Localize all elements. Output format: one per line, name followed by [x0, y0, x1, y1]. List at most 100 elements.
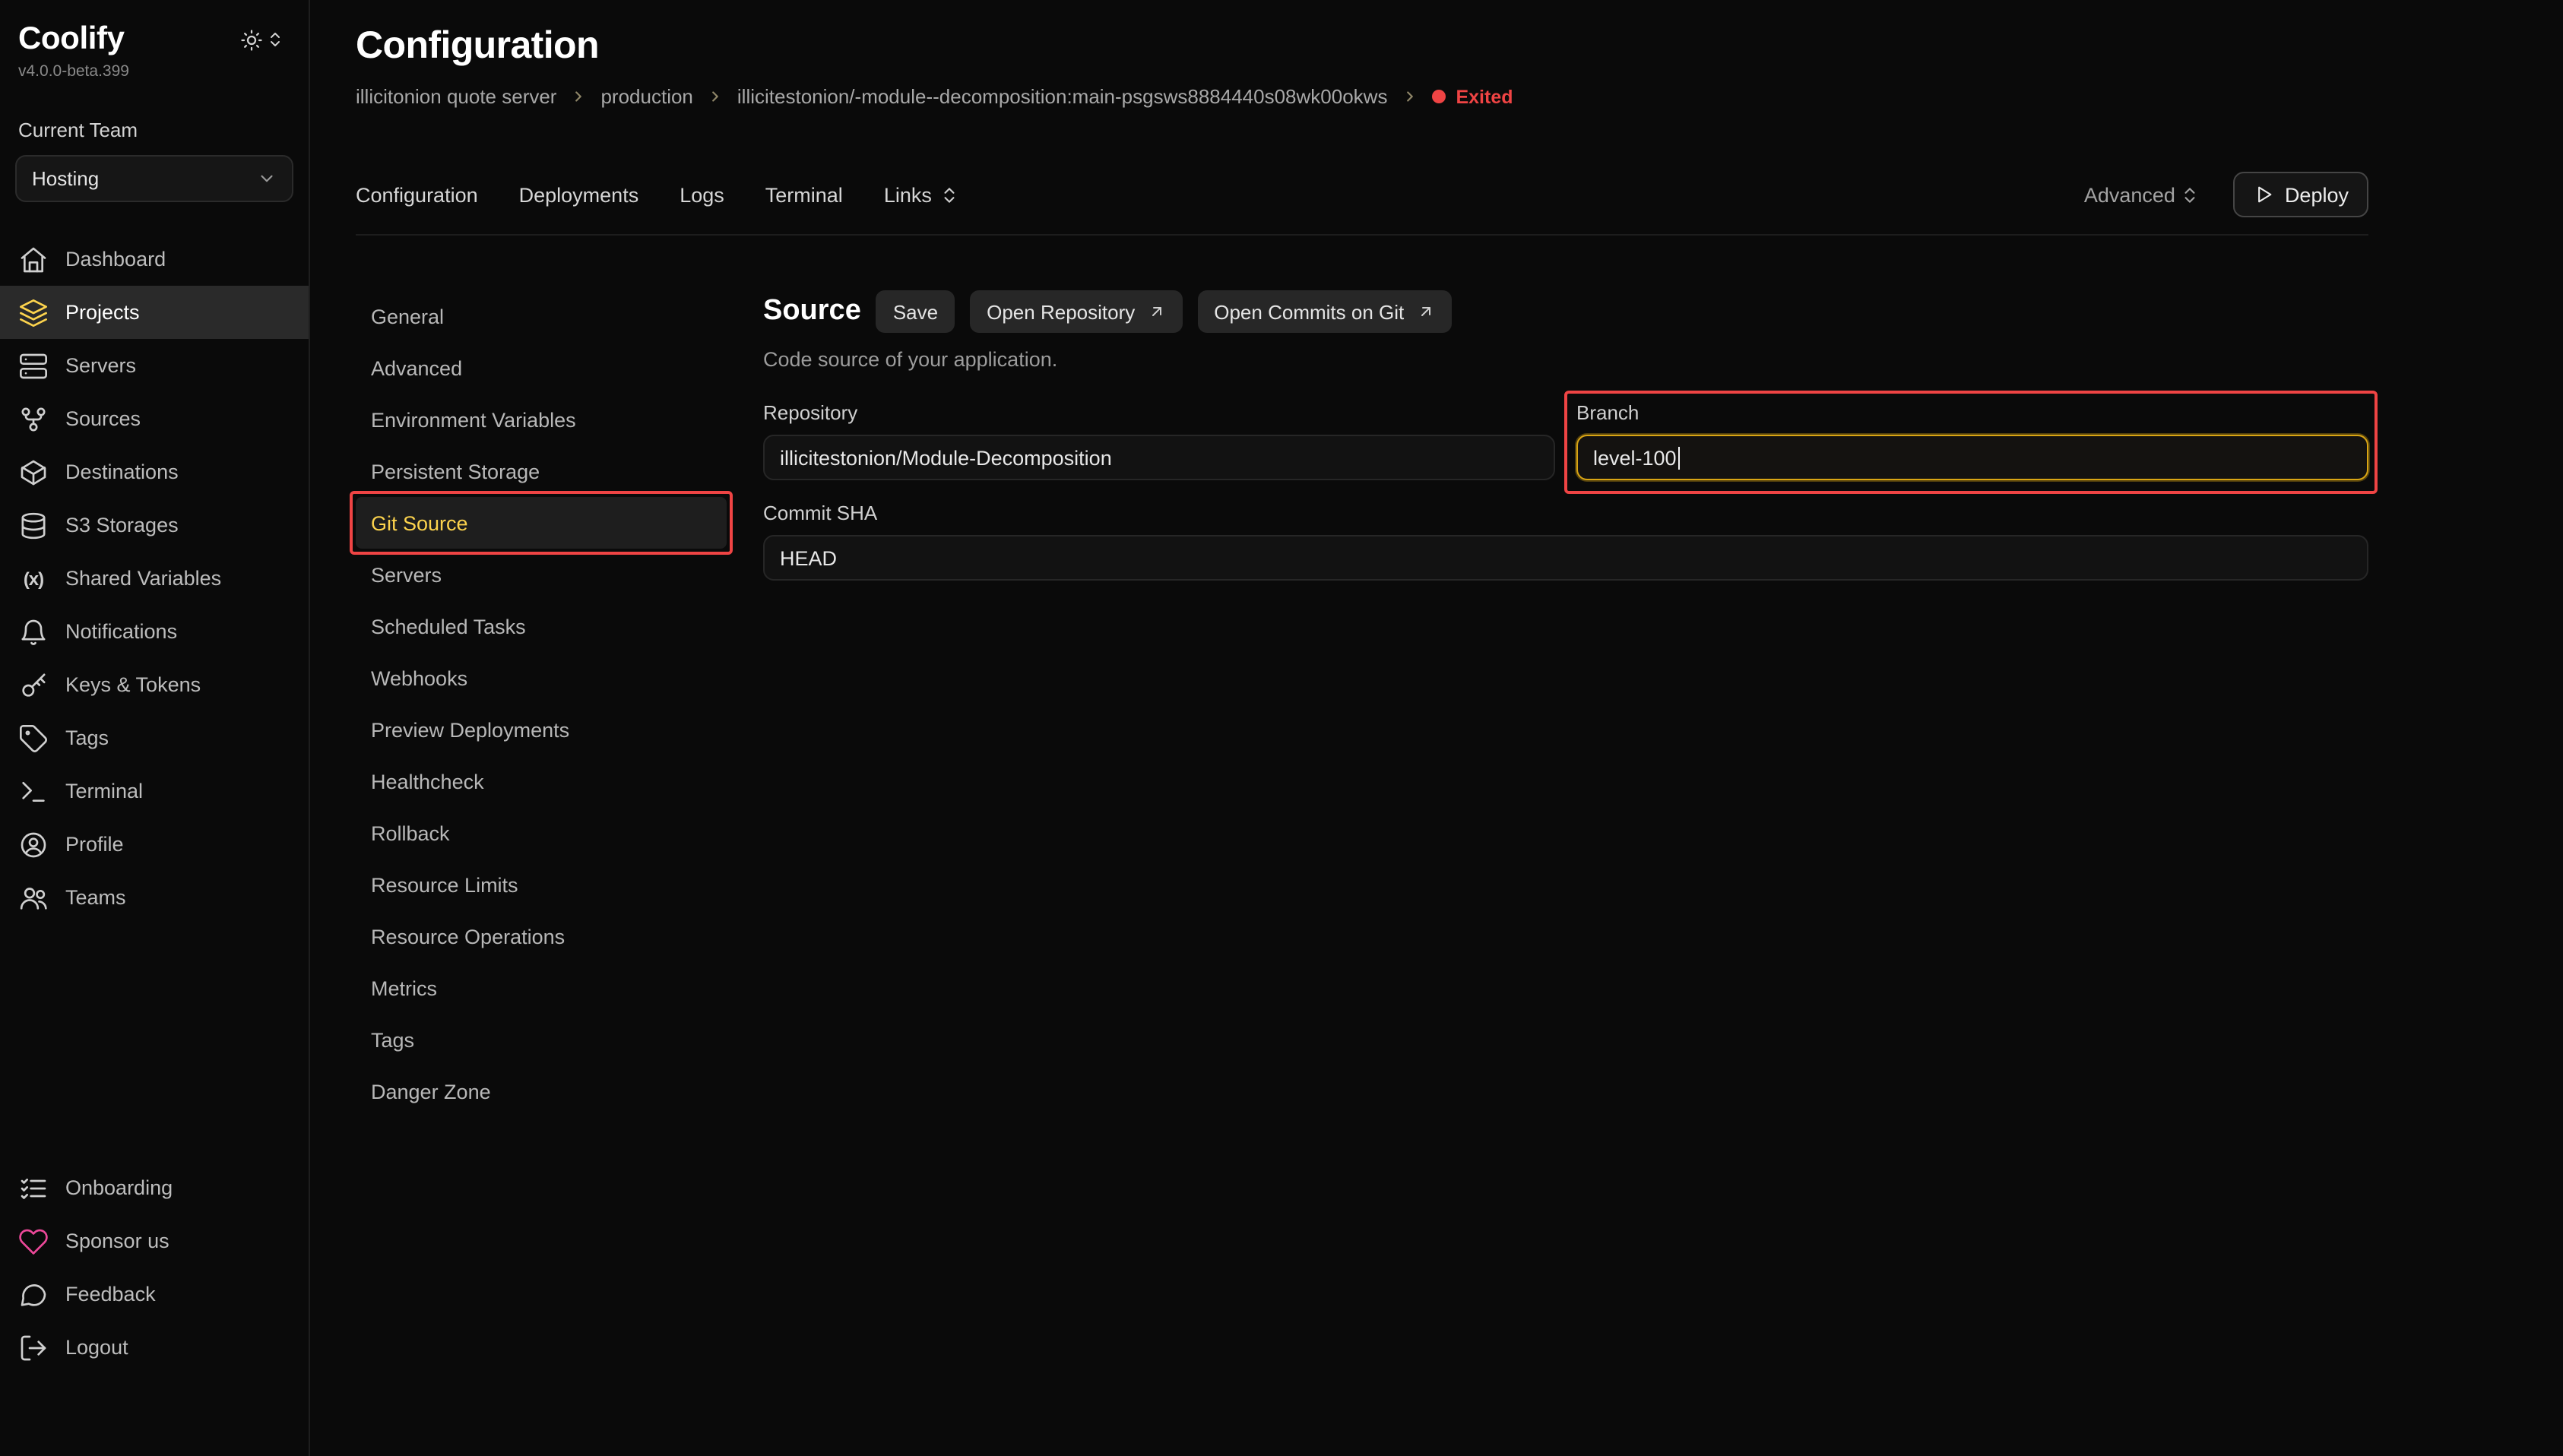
- chevrons-up-down-icon: [939, 185, 959, 204]
- chevrons-up-down-icon: [2180, 185, 2200, 204]
- sidebar-item-keys-tokens[interactable]: Keys & Tokens: [0, 658, 309, 711]
- subnav-item-metrics[interactable]: Metrics: [356, 962, 727, 1014]
- terminal-icon: [18, 776, 49, 806]
- subnav-item-git-source[interactable]: Git Source: [356, 497, 727, 549]
- sidebar-item-label: Terminal: [65, 780, 143, 802]
- sidebar-item-shared-variables[interactable]: (x) Shared Variables: [0, 552, 309, 605]
- subnav-item-persistent-storage[interactable]: Persistent Storage: [356, 445, 727, 497]
- sidebar-item-label: Notifications: [65, 620, 177, 643]
- box-icon: [18, 457, 49, 487]
- branch-label: Branch: [1576, 401, 2368, 424]
- external-link-icon: [1416, 302, 1434, 321]
- sidebar-item-sponsor-us[interactable]: Sponsor us: [0, 1214, 309, 1268]
- sidebar-item-s3-storages[interactable]: S3 Storages: [0, 499, 309, 552]
- sidebar-item-logout[interactable]: Logout: [0, 1321, 309, 1374]
- team-select-value: Hosting: [32, 167, 99, 190]
- repository-input[interactable]: [763, 435, 1555, 480]
- play-icon: [2253, 184, 2274, 205]
- sidebar-item-destinations[interactable]: Destinations: [0, 445, 309, 499]
- user-circle-icon: [18, 829, 49, 859]
- sidebar-item-label: Onboarding: [65, 1176, 173, 1199]
- open-commits-label: Open Commits on Git: [1214, 300, 1404, 323]
- sidebar-item-profile[interactable]: Profile: [0, 818, 309, 871]
- team-select[interactable]: Hosting: [15, 155, 293, 202]
- tab-label: Logs: [680, 183, 724, 206]
- chevron-right-icon: [1401, 88, 1418, 105]
- sidebar-item-servers[interactable]: Servers: [0, 339, 309, 392]
- sidebar-item-label: Keys & Tokens: [65, 673, 201, 696]
- tab-label: Terminal: [765, 183, 843, 206]
- subnav-item-advanced[interactable]: Advanced: [356, 342, 727, 394]
- sidebar-item-feedback[interactable]: Feedback: [0, 1268, 309, 1321]
- advanced-label: Advanced: [2084, 183, 2175, 206]
- subnav-item-resource-operations[interactable]: Resource Operations: [356, 910, 727, 962]
- variable-icon: (x): [18, 563, 49, 593]
- tab-configuration[interactable]: Configuration: [356, 183, 478, 206]
- page-title: Configuration: [356, 24, 2368, 68]
- sidebar-item-dashboard[interactable]: Dashboard: [0, 233, 309, 286]
- open-commits-button[interactable]: Open Commits on Git: [1197, 290, 1451, 333]
- commit-sha-input[interactable]: [763, 535, 2368, 581]
- branch-value: level-100: [1593, 446, 1677, 469]
- sidebar-item-notifications[interactable]: Notifications: [0, 605, 309, 658]
- subnav-item-danger-zone[interactable]: Danger Zone: [356, 1065, 727, 1117]
- server-icon: [18, 350, 49, 381]
- tab-deployments[interactable]: Deployments: [519, 183, 639, 206]
- tab-terminal[interactable]: Terminal: [765, 183, 843, 206]
- sidebar-item-label: Sponsor us: [65, 1230, 169, 1252]
- sidebar-item-label: Dashboard: [65, 248, 166, 271]
- panel-title: Source: [763, 295, 861, 328]
- settings-subnav: General Advanced Environment Variables P…: [356, 290, 763, 1456]
- sidebar-item-projects[interactable]: Projects: [0, 286, 309, 339]
- subnav-item-general[interactable]: General: [356, 290, 727, 342]
- subnav-item-webhooks[interactable]: Webhooks: [356, 652, 727, 704]
- commit-sha-field: Commit SHA: [763, 502, 2368, 581]
- main-content: Configuration illicitonion quote server …: [310, 0, 2563, 1456]
- save-button[interactable]: Save: [876, 290, 955, 333]
- subnav-item-rollback[interactable]: Rollback: [356, 807, 727, 859]
- app-logo[interactable]: Coolify: [18, 21, 125, 58]
- sidebar-item-label: S3 Storages: [65, 514, 179, 537]
- sidebar-item-tags[interactable]: Tags: [0, 711, 309, 764]
- sidebar-item-teams[interactable]: Teams: [0, 871, 309, 924]
- checklist-icon: [18, 1173, 49, 1203]
- subnav-item-scheduled-tasks[interactable]: Scheduled Tasks: [356, 600, 727, 652]
- chevron-down-icon: [257, 169, 277, 188]
- chevron-right-icon: [707, 88, 724, 105]
- breadcrumb-project[interactable]: illicitonion quote server: [356, 85, 556, 108]
- sidebar-item-label: Projects: [65, 301, 140, 324]
- advanced-menu[interactable]: Advanced: [2084, 183, 2200, 206]
- deploy-button[interactable]: Deploy: [2233, 172, 2368, 217]
- sidebar-item-onboarding[interactable]: Onboarding: [0, 1161, 309, 1214]
- layers-icon: [18, 297, 49, 328]
- subnav-item-tags[interactable]: Tags: [356, 1014, 727, 1065]
- sidebar-item-label: Shared Variables: [65, 567, 221, 590]
- sun-icon: [240, 28, 263, 51]
- breadcrumb-environment[interactable]: production: [600, 85, 692, 108]
- tab-links[interactable]: Links: [884, 183, 959, 206]
- sidebar-item-sources[interactable]: Sources: [0, 392, 309, 445]
- subnav-item-label: Git Source: [371, 511, 468, 534]
- save-label: Save: [893, 300, 938, 323]
- subnav-item-servers[interactable]: Servers: [356, 549, 727, 600]
- current-team-label: Current Team: [0, 81, 309, 141]
- open-repository-label: Open Repository: [987, 300, 1135, 323]
- key-icon: [18, 669, 49, 700]
- tab-logs[interactable]: Logs: [680, 183, 724, 206]
- branch-input[interactable]: level-100: [1576, 435, 2368, 480]
- sidebar-item-label: Profile: [65, 833, 124, 856]
- commit-sha-label: Commit SHA: [763, 502, 2368, 524]
- message-icon: [18, 1279, 49, 1309]
- app-root: Coolify v4.0.0-beta.399 Current Team Hos…: [0, 0, 2563, 1456]
- theme-toggle[interactable]: [240, 28, 284, 51]
- subnav-item-resource-limits[interactable]: Resource Limits: [356, 859, 727, 910]
- subnav-item-preview-deployments[interactable]: Preview Deployments: [356, 704, 727, 755]
- breadcrumb-application[interactable]: illicitestonion/-module--decomposition:m…: [737, 85, 1388, 108]
- subnav-item-environment-variables[interactable]: Environment Variables: [356, 394, 727, 445]
- brand-row: Coolify: [0, 21, 309, 58]
- subnav-item-healthcheck[interactable]: Healthcheck: [356, 755, 727, 807]
- sidebar-item-terminal[interactable]: Terminal: [0, 764, 309, 818]
- sidebar-item-label: Teams: [65, 886, 126, 909]
- open-repository-button[interactable]: Open Repository: [970, 290, 1182, 333]
- sidebar-item-label: Feedback: [65, 1283, 156, 1306]
